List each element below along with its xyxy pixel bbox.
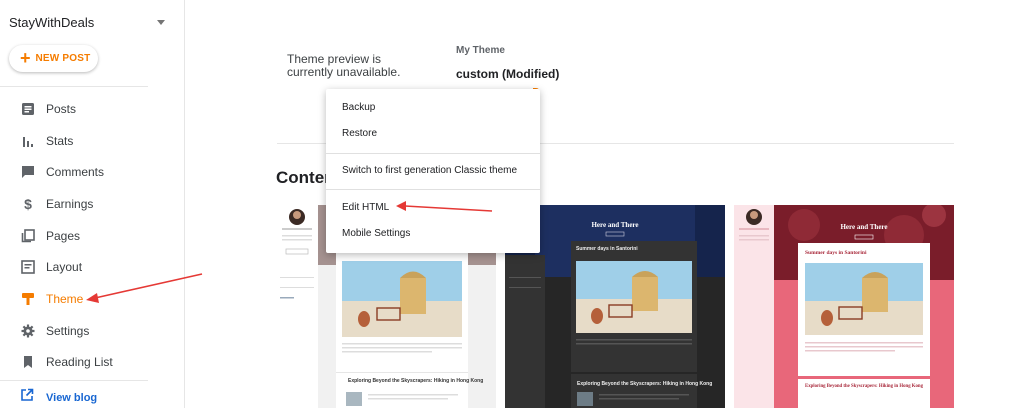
sidebar-item-reading-list[interactable]: Reading List — [0, 347, 184, 379]
stats-icon — [20, 133, 36, 149]
sidebar-item-theme[interactable]: Theme — [0, 283, 184, 315]
sidebar: StayWithDeals + NEW POST Posts Stats Com… — [0, 0, 185, 408]
sidebar-item-earnings[interactable]: $ Earnings — [0, 188, 184, 220]
menu-divider — [326, 189, 540, 190]
sidebar-item-label: Layout — [46, 260, 83, 275]
menu-item-restore[interactable]: Restore — [342, 128, 377, 139]
bookmark-icon — [20, 354, 36, 370]
sidebar-item-label: Comments — [46, 165, 105, 180]
pages-icon — [20, 228, 36, 244]
thumb-blog-title: Here and There — [591, 221, 638, 229]
thumb-post-title: Exploring Beyond the Skyscrapers: Hiking… — [577, 381, 712, 387]
theme-thumbnail-contempo-pink[interactable]: Here and There Summer days in Santorini … — [734, 205, 954, 408]
menu-item-edit-html[interactable]: Edit HTML — [342, 202, 389, 213]
sidebar-nav: Posts Stats Comments $ Earnings Pages La… — [0, 93, 184, 378]
dollar-icon: $ — [24, 195, 32, 212]
gear-icon — [20, 323, 36, 339]
sidebar-item-pages[interactable]: Pages — [0, 220, 184, 252]
sidebar-item-posts[interactable]: Posts — [0, 93, 184, 125]
theme-actions-menu: Backup Restore Switch to first generatio… — [326, 89, 540, 253]
divider — [0, 380, 148, 381]
thumb-post-title: Exploring Beyond the Skyscrapers: Hiking… — [348, 378, 483, 384]
divider — [0, 86, 148, 87]
comments-icon — [20, 164, 36, 180]
sidebar-item-comments[interactable]: Comments — [0, 156, 184, 188]
sidebar-item-label: Reading List — [46, 355, 113, 370]
sidebar-item-label: Settings — [46, 323, 90, 338]
thumb-post-title: Summer days in Santorini — [805, 250, 867, 256]
blog-selector[interactable]: StayWithDeals — [9, 13, 169, 31]
new-post-button[interactable]: + NEW POST — [9, 45, 98, 72]
sidebar-item-label: Stats — [46, 133, 74, 148]
posts-icon — [20, 101, 36, 117]
dropdown-caret-icon — [157, 19, 165, 25]
theme-icon — [20, 291, 36, 307]
new-post-label: NEW POST — [35, 53, 91, 64]
sidebar-item-settings[interactable]: Settings — [0, 315, 184, 347]
layout-icon — [20, 259, 36, 275]
menu-divider — [326, 153, 540, 154]
sidebar-item-stats[interactable]: Stats — [0, 125, 184, 157]
my-theme-label: My Theme — [456, 45, 505, 56]
thumb-blog-title: Here and There — [840, 223, 887, 231]
sidebar-item-layout[interactable]: Layout — [0, 251, 184, 283]
view-blog-link[interactable]: View blog — [20, 388, 97, 407]
plus-icon: + — [20, 47, 31, 68]
sidebar-item-label: Earnings — [46, 196, 94, 211]
menu-item-backup[interactable]: Backup — [342, 102, 375, 113]
menu-item-switch-classic[interactable]: Switch to first generation Classic theme — [342, 165, 517, 176]
blog-name: StayWithDeals — [9, 14, 95, 30]
thumb-post-title: Exploring Beyond the Skyscrapers: Hiking… — [805, 383, 923, 389]
theme-preview-message: Theme preview is currently unavailable. — [287, 52, 401, 79]
view-blog-label: View blog — [46, 391, 98, 404]
sidebar-item-label: Posts — [46, 101, 77, 116]
thumb-post-title: Summer days in Santorini — [576, 246, 638, 252]
menu-item-mobile-settings[interactable]: Mobile Settings — [342, 228, 410, 239]
sidebar-item-label: Theme — [46, 291, 84, 306]
external-link-icon — [20, 388, 34, 407]
my-theme-name: custom (Modified) — [456, 67, 560, 81]
sidebar-item-label: Pages — [46, 228, 81, 243]
